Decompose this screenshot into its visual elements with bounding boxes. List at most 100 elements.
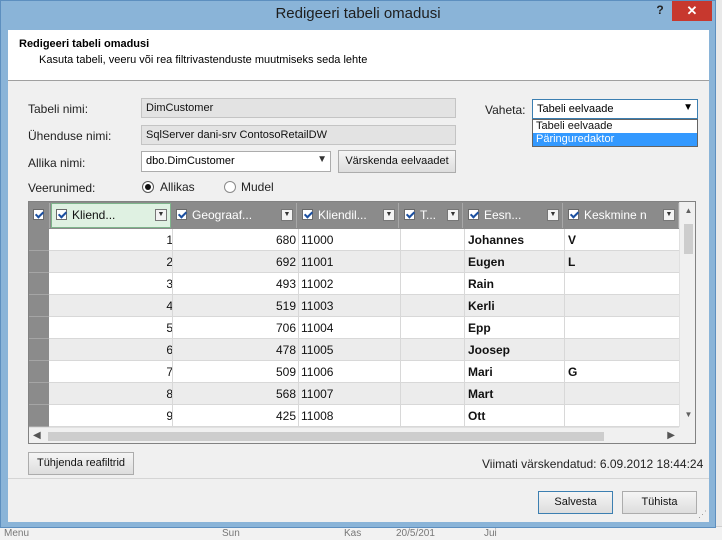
cancel-button[interactable]: Tühista xyxy=(622,491,697,514)
clear-row-filters-button[interactable]: Tühjenda reafiltrid xyxy=(28,452,134,475)
row-selector[interactable] xyxy=(29,383,49,405)
filter-dropdown-icon[interactable]: ▼ xyxy=(383,209,395,221)
table-row[interactable]: 4 519 11003 Kerli xyxy=(29,295,679,317)
cell-divider xyxy=(400,383,401,405)
cell-customer-id: 11004 xyxy=(301,321,334,335)
column-header-label: Geograaf... xyxy=(192,208,253,222)
edit-table-properties-dialog: Redigeeri tabeli omadusi ? ✕ Redigeeri t… xyxy=(0,0,716,528)
filter-dropdown-icon[interactable]: ▼ xyxy=(281,209,293,221)
filter-dropdown-icon[interactable]: ▼ xyxy=(663,209,675,221)
table-row[interactable]: 2 692 11001 Eugen L xyxy=(29,251,679,273)
save-button[interactable]: Salvesta xyxy=(538,491,613,514)
radio-model-label[interactable]: Mudel xyxy=(241,180,274,194)
chevron-down-icon[interactable]: ▼ xyxy=(683,102,693,113)
scroll-down-icon[interactable]: ▼ xyxy=(680,410,695,419)
filter-dropdown-icon[interactable]: ▼ xyxy=(155,209,167,221)
horizontal-scroll-thumb[interactable] xyxy=(48,432,604,441)
radio-source-label[interactable]: Allikas xyxy=(160,180,195,194)
row-selector[interactable] xyxy=(29,405,49,427)
row-selector[interactable] xyxy=(29,251,49,273)
table-row[interactable]: 8 568 11007 Mart xyxy=(29,383,679,405)
scroll-left-icon[interactable]: ◀ xyxy=(33,430,41,441)
table-row[interactable]: 6 478 11005 Joosep xyxy=(29,339,679,361)
refresh-preview-button[interactable]: Värskenda eelvaadet xyxy=(338,150,456,173)
row-selector[interactable] xyxy=(29,295,49,317)
row-selector[interactable] xyxy=(29,317,49,339)
cell-customer-id: 11005 xyxy=(301,343,334,357)
select-all-header[interactable] xyxy=(29,203,50,228)
scroll-right-icon[interactable]: ▶ xyxy=(667,430,675,441)
switch-option-table-preview[interactable]: Tabeli eelvaade xyxy=(533,120,697,133)
column-header[interactable]: Eesn... ▼ xyxy=(464,203,563,228)
table-row[interactable]: 5 706 11004 Epp xyxy=(29,317,679,339)
cell-customer-id: 11002 xyxy=(301,277,334,291)
switch-combo[interactable]: Tabeli eelvaade ▼ xyxy=(532,99,698,119)
close-button[interactable]: ✕ xyxy=(672,1,712,21)
grid-header: Kliend... ▼ Geograaf... ▼ Kliendil... ▼ … xyxy=(29,202,679,229)
cell-divider xyxy=(464,405,465,427)
cell-first-name: Ott xyxy=(468,409,486,423)
help-button[interactable]: ? xyxy=(649,1,671,21)
column-header[interactable]: Keskmine n ▼ xyxy=(564,203,679,228)
resize-grip-icon[interactable]: ⋰ xyxy=(698,509,707,520)
title-bar[interactable]: Redigeeri tabeli omadusi ? ✕ xyxy=(1,1,715,29)
cell-geography: 425 xyxy=(275,409,296,423)
checkbox-icon[interactable] xyxy=(468,209,479,220)
chevron-down-icon[interactable]: ▼ xyxy=(317,154,327,165)
column-header-label: T... xyxy=(420,208,437,222)
table-row[interactable]: 7 509 11006 Mari G xyxy=(29,361,679,383)
checkbox-icon[interactable] xyxy=(568,209,579,220)
cell-middle-name: L xyxy=(568,255,576,269)
table-row[interactable]: 9 425 11008 Ott xyxy=(29,405,679,427)
switch-option-query-editor[interactable]: Päringuredaktor xyxy=(533,133,697,146)
cell-divider xyxy=(298,383,299,405)
source-name-combo[interactable]: dbo.DimCustomer ▼ xyxy=(141,151,331,172)
background-text: Kas xyxy=(344,528,362,539)
column-header[interactable]: Kliendil... ▼ xyxy=(298,203,399,228)
horizontal-scrollbar[interactable]: ◀ ▶ xyxy=(29,427,679,443)
radio-model[interactable] xyxy=(224,181,236,193)
last-refreshed-text: Viimati värskendatud: 6.09.2012 18:44:24 xyxy=(482,457,704,471)
vertical-scroll-thumb[interactable] xyxy=(684,224,693,254)
column-header[interactable]: Kliend... ▼ xyxy=(51,203,171,228)
cell-customer-id: 11008 xyxy=(301,409,334,423)
cell-first-name: Epp xyxy=(468,321,491,335)
cell-divider xyxy=(564,251,565,273)
scroll-up-icon[interactable]: ▲ xyxy=(680,206,695,215)
cell-divider xyxy=(464,295,465,317)
column-header[interactable]: T... ▼ xyxy=(400,203,463,228)
checkbox-icon[interactable] xyxy=(404,209,415,220)
background-text: Sun xyxy=(222,528,240,539)
cell-divider xyxy=(464,251,465,273)
checkbox-icon[interactable] xyxy=(56,209,67,220)
row-selector[interactable] xyxy=(29,339,49,361)
row-selector[interactable] xyxy=(29,229,49,251)
filter-dropdown-icon[interactable]: ▼ xyxy=(447,209,459,221)
column-names-label: Veerunimed: xyxy=(28,181,96,195)
checkbox-icon[interactable] xyxy=(176,209,187,220)
row-selector[interactable] xyxy=(29,361,49,383)
divider xyxy=(8,478,709,479)
cell-divider xyxy=(172,383,173,405)
cell-first-name: Johannes xyxy=(468,233,525,247)
cell-divider xyxy=(564,273,565,295)
cell-divider xyxy=(564,361,565,383)
column-header[interactable]: Geograaf... ▼ xyxy=(172,203,297,228)
header-subtitle: Kasuta tabeli, veeru või rea filtrivaste… xyxy=(39,54,368,66)
radio-source[interactable] xyxy=(142,181,154,193)
filter-dropdown-icon[interactable]: ▼ xyxy=(547,209,559,221)
cell-divider xyxy=(298,273,299,295)
background-window-strip: Menu Sun Kas 20/5/201 Jui xyxy=(0,526,722,540)
cell-divider xyxy=(298,251,299,273)
vertical-scrollbar[interactable]: ▲ ▼ xyxy=(679,202,695,427)
checkbox-icon[interactable] xyxy=(33,209,44,220)
checkbox-icon[interactable] xyxy=(302,209,313,220)
table-row[interactable]: 1 680 11000 Johannes V xyxy=(29,229,679,251)
cell-divider xyxy=(564,339,565,361)
cell-divider xyxy=(172,229,173,251)
cell-divider xyxy=(172,361,173,383)
cell-divider xyxy=(564,405,565,427)
table-row[interactable]: 3 493 11002 Rain xyxy=(29,273,679,295)
header-title: Redigeeri tabeli omadusi xyxy=(19,38,150,50)
row-selector[interactable] xyxy=(29,273,49,295)
